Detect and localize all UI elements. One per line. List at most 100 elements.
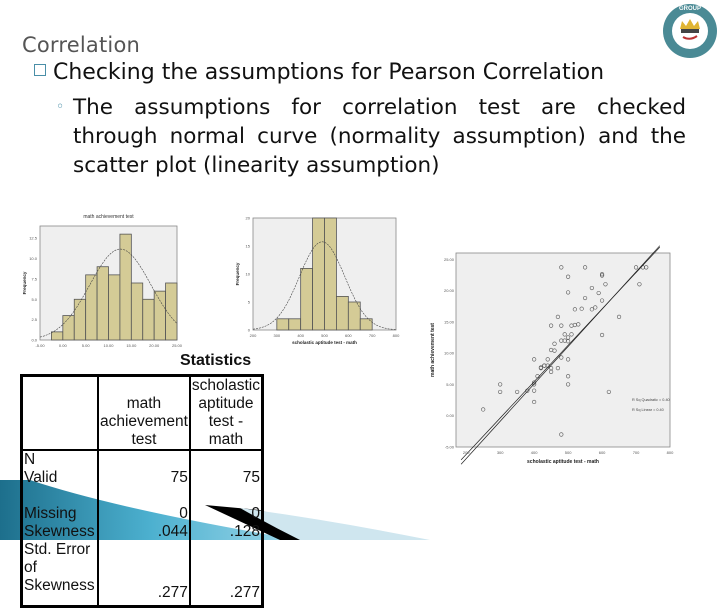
header-blank <box>21 375 98 451</box>
y-tick-label: 15 <box>246 244 251 249</box>
y-tick-label: 20 <box>246 216 251 221</box>
histogram-bar <box>51 331 64 341</box>
square-bullet-icon <box>34 64 46 76</box>
y-tick-label: 12.5 <box>29 236 38 241</box>
y-tick-label: -5.00 <box>445 445 455 450</box>
y-tick-label: 0 <box>248 328 251 333</box>
y-tick-label: 25.00 <box>444 257 455 262</box>
stub-label: N <box>24 451 36 468</box>
y-tick-label: 0.0 <box>31 338 37 343</box>
x-tick-label: 700 <box>369 333 376 338</box>
legend-entry: R Sq Linear = 0.40 <box>632 408 664 412</box>
x-axis-label: scholastic aptitude test - math <box>527 459 599 465</box>
x-tick-label: 800 <box>393 333 400 338</box>
college-logo-icon: GROUP <box>663 4 717 58</box>
legend-entry: R Sq Quadratic = 0.40 <box>632 398 670 402</box>
x-tick-label: 5.00 <box>82 343 91 348</box>
histogram-bar <box>300 268 313 331</box>
y-tick-label: 2.5 <box>31 317 37 322</box>
cell-value: 0 <box>97 487 190 523</box>
histogram-bar <box>276 318 290 331</box>
y-axis-label: Frequency <box>235 262 240 285</box>
y-tick-label: 15.00 <box>444 319 455 324</box>
sub-label: Missing <box>24 505 77 522</box>
x-tick-label: 15.00 <box>126 343 137 348</box>
header-line: scholastic <box>191 377 260 394</box>
histogram-bar <box>165 282 178 341</box>
plot-area <box>455 252 671 448</box>
histogram-bar <box>85 274 98 341</box>
table-header-row: math achievement test scholastic aptitud… <box>21 375 263 451</box>
histogram-bar <box>324 217 337 331</box>
header-scholastic-aptitude: scholastic aptitude test - math <box>188 375 263 451</box>
x-tick-label: 400 <box>297 333 304 338</box>
chart-title: math achievement test <box>83 214 134 220</box>
histogram-bar <box>119 233 132 341</box>
header-line: test <box>131 431 157 448</box>
cell-value: .277 <box>188 541 263 607</box>
y-tick-label: 0.00 <box>446 413 455 418</box>
cell-value: 0 <box>188 487 263 523</box>
header-line: math <box>208 431 244 448</box>
x-tick-label: -5.00 <box>35 343 45 348</box>
x-tick-label: 500 <box>321 333 328 338</box>
x-tick-label: 300 <box>497 450 504 455</box>
x-tick-label: 600 <box>599 450 606 455</box>
y-tick-label: 20.00 <box>444 288 455 293</box>
ring-bullet-icon: ◦ <box>56 99 65 115</box>
histogram-bar <box>73 298 87 341</box>
x-tick-label: 500 <box>565 450 572 455</box>
statistics-title: Statistics <box>180 352 252 369</box>
y-tick-label: 10 <box>246 272 251 277</box>
histogram-math-achievement: math achievement test -5.00 0.00 5.00 10.00 1… <box>22 214 183 348</box>
x-tick-label: 600 <box>345 333 352 338</box>
sub-label: Valid <box>24 469 58 486</box>
statistics-table: math achievement test scholastic aptitud… <box>20 374 264 608</box>
bullet-level1: Checking the assumptions for Pearson Cor… <box>34 60 604 85</box>
histogram-bar <box>130 282 144 341</box>
cell-value: .044 <box>97 523 190 541</box>
row-stub: NValid <box>22 450 99 487</box>
histogram-bar <box>142 298 155 341</box>
x-tick-label: 300 <box>273 333 280 338</box>
table-row: Skewness .044 .128 <box>22 523 263 541</box>
x-axis-label: scholastic aptitude test - math <box>292 340 357 345</box>
row-stub: Std. Error of Skewness <box>24 541 95 594</box>
y-tick-label: 10.0 <box>29 256 38 261</box>
header-line: achievement <box>100 413 188 430</box>
x-tick-label: 25.00 <box>172 343 183 348</box>
x-tick-label: 10.00 <box>103 343 114 348</box>
header-line: math <box>126 395 162 412</box>
y-tick-label: 5.0 <box>31 297 37 302</box>
x-tick-label: 700 <box>633 450 640 455</box>
x-tick-label: 800 <box>667 450 674 455</box>
histogram-bar <box>312 217 325 331</box>
y-tick-label: 5.00 <box>446 382 455 387</box>
table-row: NValid 75 75 <box>22 450 263 487</box>
cell-value: .128 <box>188 523 263 541</box>
cell-value: 75 <box>188 450 263 487</box>
row-stub: Missing <box>22 487 99 523</box>
table-row: Std. Error of Skewness .277 .277 <box>22 541 263 607</box>
scatter-plot: 200 300 400 500 600 700 800 -5.00 0.00 5.00 10.00 1… <box>430 245 674 465</box>
histogram-bar <box>288 318 302 331</box>
y-axis-label: math achievement test <box>430 323 436 377</box>
table-row: Missing 0 0 <box>22 487 263 523</box>
cell-value: 75 <box>97 450 190 487</box>
histogram-bar <box>108 274 121 341</box>
y-tick-label: 5 <box>248 300 251 305</box>
x-tick-label: 200 <box>250 333 257 338</box>
histogram-bar <box>62 315 75 341</box>
svg-text:GROUP: GROUP <box>679 6 701 12</box>
y-axis-label: Frequency <box>22 271 27 294</box>
header-math-achievement: math achievement test <box>97 375 190 451</box>
bullet-level1-text: Checking the assumptions for Pearson Cor… <box>53 60 605 85</box>
histogram-scholastic-aptitude: 200 300 400 500 600 700 800 0 5 10 15 20 Frequency sc… <box>235 216 400 346</box>
x-tick-label: 200 <box>463 450 470 455</box>
x-tick-label: 400 <box>531 450 538 455</box>
x-tick-label: 0.00 <box>59 343 68 348</box>
y-tick-label: 10.00 <box>444 351 455 356</box>
y-tick-label: 7.5 <box>31 276 37 281</box>
slide-title: Correlation <box>22 33 140 57</box>
x-tick-label: 20.00 <box>149 343 160 348</box>
